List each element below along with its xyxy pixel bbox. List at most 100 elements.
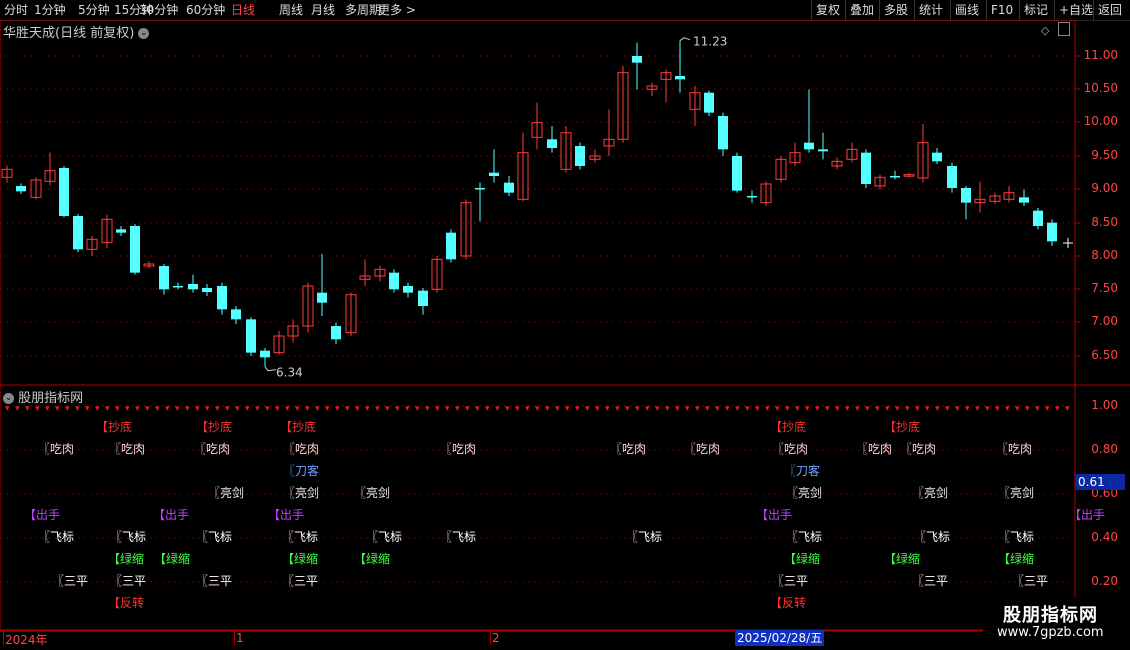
- candle-body: [317, 292, 327, 303]
- current-value-badge: 0.61: [1075, 474, 1125, 490]
- candle-body: [947, 166, 957, 188]
- limit-marker: ▾: [255, 404, 260, 414]
- panel-toggle-icon[interactable]: [1058, 22, 1070, 36]
- indicator-title: 股朋指标网: [18, 391, 84, 406]
- signal-chushou: 【出手: [153, 508, 190, 522]
- period-tab-10[interactable]: 更多 >: [378, 2, 416, 18]
- price-axis-label: 7.00: [1091, 314, 1118, 328]
- period-tab-5[interactable]: 60分钟: [186, 2, 225, 18]
- signal-chirou: 〖吃肉: [900, 442, 937, 456]
- limit-marker: ▾: [585, 404, 590, 414]
- signal-chaodi: 【抄底: [884, 420, 921, 434]
- candle-body: [1019, 197, 1029, 203]
- candle-body: [804, 142, 814, 150]
- limit-marker: ▾: [415, 404, 420, 414]
- diamond-icon[interactable]: ◇: [1041, 24, 1049, 37]
- period-tab-0[interactable]: 分时: [4, 2, 28, 18]
- limit-marker: ▾: [245, 404, 250, 414]
- limit-marker: ▾: [285, 404, 290, 414]
- limit-marker: ▾: [1055, 404, 1060, 414]
- limit-marker: ▾: [95, 404, 100, 414]
- candle-body: [116, 229, 126, 233]
- candle-body: [547, 139, 557, 148]
- limit-marker: ▾: [155, 404, 160, 414]
- limit-marker: ▾: [305, 404, 310, 414]
- limit-marker: ▾: [565, 404, 570, 414]
- indicator-menu-icon[interactable]: ⌄: [3, 393, 14, 404]
- period-tab-1[interactable]: 1分钟: [34, 2, 66, 18]
- signal-sanping: 〖三平: [1012, 574, 1049, 588]
- limit-marker: ▾: [115, 404, 120, 414]
- limit-marker: ▾: [875, 404, 880, 414]
- period-tab-6[interactable]: 日线: [231, 2, 255, 18]
- limit-marker: ▾: [715, 404, 720, 414]
- high-annotation-pointer: [679, 37, 691, 42]
- limit-marker: ▾: [945, 404, 950, 414]
- candle-body: [675, 76, 685, 80]
- price-axis-label: 10.50: [1083, 81, 1118, 95]
- limit-marker: ▾: [545, 404, 550, 414]
- limit-marker: ▾: [385, 404, 390, 414]
- cursor-date-badge: 2025/02/28/五: [735, 630, 825, 646]
- signal-liangjian: 〖亮剑: [208, 486, 245, 500]
- signal-chushou: 【出手: [24, 508, 61, 522]
- candle-body: [173, 286, 183, 288]
- signal-sanping: 〖三平: [52, 574, 89, 588]
- toolbar-button-5[interactable]: F10: [986, 0, 1019, 20]
- signal-sanping: 〖三平: [110, 574, 147, 588]
- toolbar-button-2[interactable]: 多股: [879, 0, 914, 20]
- limit-marker: ▾: [475, 404, 480, 414]
- toolbar-button-1[interactable]: 叠加: [845, 0, 879, 20]
- limit-marker: ▾: [525, 404, 530, 414]
- stock-title: 华胜天成(日线 前复权): [3, 26, 135, 41]
- limit-marker: ▾: [655, 404, 660, 414]
- candle-body: [718, 116, 728, 150]
- limit-marker: ▾: [345, 404, 350, 414]
- candle-body: [704, 92, 714, 113]
- signal-fanzhuan: 【反转: [770, 596, 807, 610]
- signal-liangjian: 〖亮剑: [283, 486, 320, 500]
- limit-marker: ▾: [975, 404, 980, 414]
- candle-body: [188, 284, 198, 290]
- toolbar-button-6[interactable]: 标记: [1019, 0, 1054, 20]
- toolbar-button-8[interactable]: 返回: [1093, 0, 1130, 20]
- limit-marker: ▾: [1065, 404, 1070, 414]
- limit-marker: ▾: [935, 404, 940, 414]
- chart-menu-icon[interactable]: ⌄: [138, 28, 150, 39]
- high-annotation: 11.23: [693, 35, 727, 49]
- candle-body: [575, 146, 585, 166]
- limit-marker: ▾: [145, 404, 150, 414]
- candle-body: [73, 216, 83, 250]
- period-tab-7[interactable]: 周线: [279, 2, 303, 18]
- limit-marker: ▾: [825, 404, 830, 414]
- period-tab-9[interactable]: 多周期: [345, 2, 381, 18]
- toolbar-button-0[interactable]: 复权: [811, 0, 845, 20]
- date-axis-label: 2: [492, 631, 500, 645]
- period-tab-8[interactable]: 月线: [311, 2, 335, 18]
- candle-body: [890, 176, 900, 178]
- limit-marker: ▾: [425, 404, 430, 414]
- period-tab-4[interactable]: 30分钟: [139, 2, 178, 18]
- limit-marker: ▾: [265, 404, 270, 414]
- limit-marker: ▾: [735, 404, 740, 414]
- signal-feibiao: 〖飞标: [626, 530, 663, 544]
- period-toolbar: 分时 1分钟 5分钟 15分钟 30分钟 60分钟 日线 周线 月线 多周期 更多 > 复权 叠加 多股统…: [0, 0, 1130, 21]
- signal-daoke: 〖刀客: [283, 464, 320, 478]
- limit-marker: ▾: [1005, 404, 1010, 414]
- candle-body: [260, 350, 270, 358]
- candle-body: [861, 152, 871, 184]
- signal-feibiao: 〖飞标: [914, 530, 951, 544]
- period-tab-2[interactable]: 5分钟: [78, 2, 110, 18]
- limit-marker: ▾: [325, 404, 330, 414]
- limit-marker: ▾: [1045, 404, 1050, 414]
- limit-marker: ▾: [845, 404, 850, 414]
- candle-body: [818, 149, 828, 152]
- toolbar-button-3[interactable]: 统计: [914, 0, 950, 20]
- limit-marker: ▾: [625, 404, 630, 414]
- limit-marker: ▾: [135, 404, 140, 414]
- candle-body: [403, 286, 413, 293]
- toolbar-button-7[interactable]: +自选: [1054, 0, 1093, 20]
- toolbar-button-4[interactable]: 画线: [950, 0, 986, 20]
- signal-feibiao: 〖飞标: [38, 530, 75, 544]
- price-axis-label: 10.00: [1083, 114, 1118, 128]
